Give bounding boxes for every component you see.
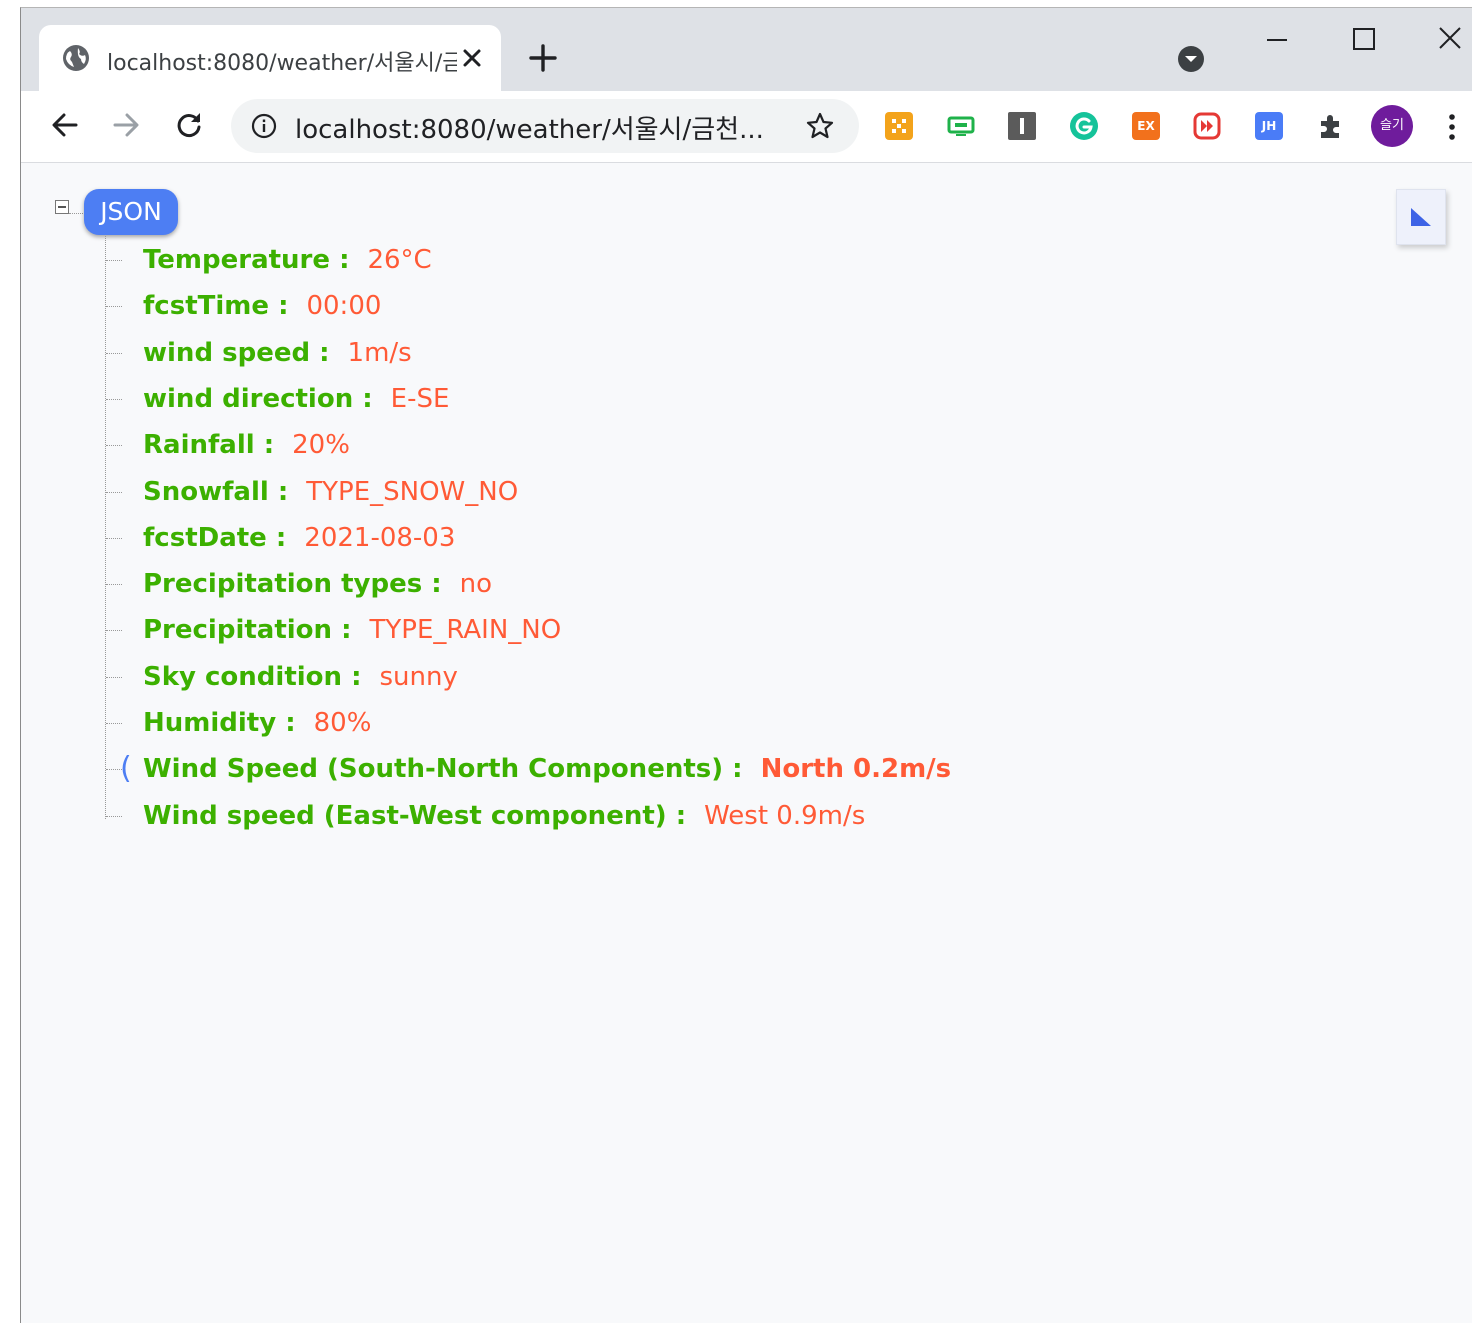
tree-connector	[69, 213, 85, 214]
json-entry-row: ( Wind Speed (South-North Components) : No…	[20, 749, 1120, 789]
json-separator: :	[422, 569, 442, 600]
json-key-text: fcstTime	[143, 291, 270, 322]
json-key: fcstTime :00:00	[143, 286, 381, 326]
json-separator: :	[330, 245, 350, 275]
json-separator: :	[353, 383, 373, 414]
json-separator: :	[254, 430, 275, 461]
json-key: Precipitation : TYPE_RAIN_NO	[143, 610, 561, 650]
json-key: Sky condition : sunny	[143, 657, 458, 697]
json-value: 20%	[292, 430, 350, 461]
json-key: Rainfall :20%	[143, 425, 350, 465]
json-separator: :	[342, 661, 362, 692]
json-key: Temperature :26°C	[143, 240, 432, 280]
json-key-text: Humidity	[143, 708, 277, 738]
json-entry-row: Wind speed (East-West component) : West 0…	[20, 796, 1120, 836]
tree-connector	[106, 723, 122, 724]
json-value: 80%	[313, 708, 372, 738]
json-entry-row: Precipitation types : no	[20, 564, 1120, 604]
json-entry-row: Sky condition : sunny	[20, 657, 1120, 697]
json-key-text: Precipitation types	[143, 569, 423, 600]
json-value: 26°C	[367, 245, 432, 275]
json-key-text: Wind speed (East-West component)	[143, 800, 667, 831]
tree-connector	[106, 537, 122, 539]
json-value: sunny	[379, 661, 458, 692]
tree-connector	[106, 306, 122, 308]
json-key-text: Temperature	[143, 245, 331, 275]
json-separator: :	[666, 800, 687, 831]
json-entry-row: Precipitation : TYPE_RAIN_NO	[20, 610, 1120, 650]
json-value: 2021-08-03	[304, 522, 456, 553]
tree-connector	[106, 676, 122, 678]
json-key-text: Wind Speed (South-North Components)	[143, 754, 724, 785]
json-value: 00:00	[306, 291, 382, 322]
json-value: no	[459, 569, 493, 600]
tree-connector	[106, 630, 122, 632]
tree-connector	[106, 352, 122, 354]
json-value: TYPE_RAIN_NO	[369, 615, 562, 646]
json-viewer: JSON Temperature :26°C fcstTime :00:00 win…	[20, 0, 1472, 1322]
json-entry-row: Rainfall :20%	[20, 425, 1120, 465]
json-key: fcstDate :2021-08-03	[143, 518, 455, 558]
tree-connector	[106, 260, 122, 261]
json-key-text: Sky condition	[143, 661, 343, 692]
json-value: 1m/s	[347, 337, 412, 368]
json-entry-row: fcstTime :00:00	[20, 286, 1120, 326]
tree-connector	[106, 398, 122, 400]
json-key: Humidity :80%	[143, 703, 371, 743]
view-toggle-button[interactable]	[1396, 189, 1446, 245]
tree-connector	[106, 584, 122, 586]
hover-bracket-indicator: (	[120, 751, 132, 787]
json-separator: :	[268, 476, 289, 507]
json-key: wind speed :1m/s	[143, 333, 412, 373]
json-separator: :	[269, 291, 289, 322]
tree-connector	[106, 445, 122, 447]
json-key-text: fcstDate	[143, 522, 267, 553]
json-key: Snowfall : TYPE_SNOW_NO	[143, 472, 518, 512]
json-separator: :	[310, 337, 330, 368]
json-value: TYPE_SNOW_NO	[306, 476, 519, 507]
json-key: Wind speed (East-West component) : West 0…	[143, 796, 865, 836]
json-separator: :	[266, 522, 287, 553]
collapse-toggle-icon[interactable]	[55, 200, 69, 214]
json-entry-row: Temperature :26°C	[20, 240, 1120, 280]
json-value: E-SE	[390, 383, 450, 414]
json-entry-row: wind direction : E-SE	[20, 379, 1120, 419]
json-key-text: Rainfall	[143, 430, 255, 461]
json-separator: :	[723, 754, 743, 785]
json-entry-row: Snowfall : TYPE_SNOW_NO	[20, 472, 1120, 512]
json-entry-row: Humidity :80%	[20, 703, 1120, 743]
json-key-text: Precipitation	[143, 615, 333, 646]
json-entry-row: wind speed :1m/s	[20, 333, 1120, 373]
json-value: North 0.2m/s	[760, 754, 952, 785]
json-key-text: Snowfall	[143, 476, 269, 507]
tree-connector	[106, 491, 122, 493]
json-value: West 0.9m/s	[704, 800, 866, 831]
json-key: wind direction : E-SE	[143, 379, 449, 419]
tree-connector	[106, 815, 122, 817]
json-root-badge[interactable]: JSON	[84, 189, 178, 235]
json-separator: :	[276, 708, 296, 738]
json-entry-row: fcstDate :2021-08-03	[20, 518, 1120, 558]
json-key: Wind Speed (South-North Components) : Nor…	[143, 749, 951, 789]
json-separator: :	[332, 615, 352, 646]
triangle-corner-icon	[1411, 208, 1431, 226]
json-key-text: wind direction	[143, 383, 354, 414]
json-key-text: wind speed	[143, 337, 311, 368]
json-key: Precipitation types : no	[143, 564, 492, 604]
